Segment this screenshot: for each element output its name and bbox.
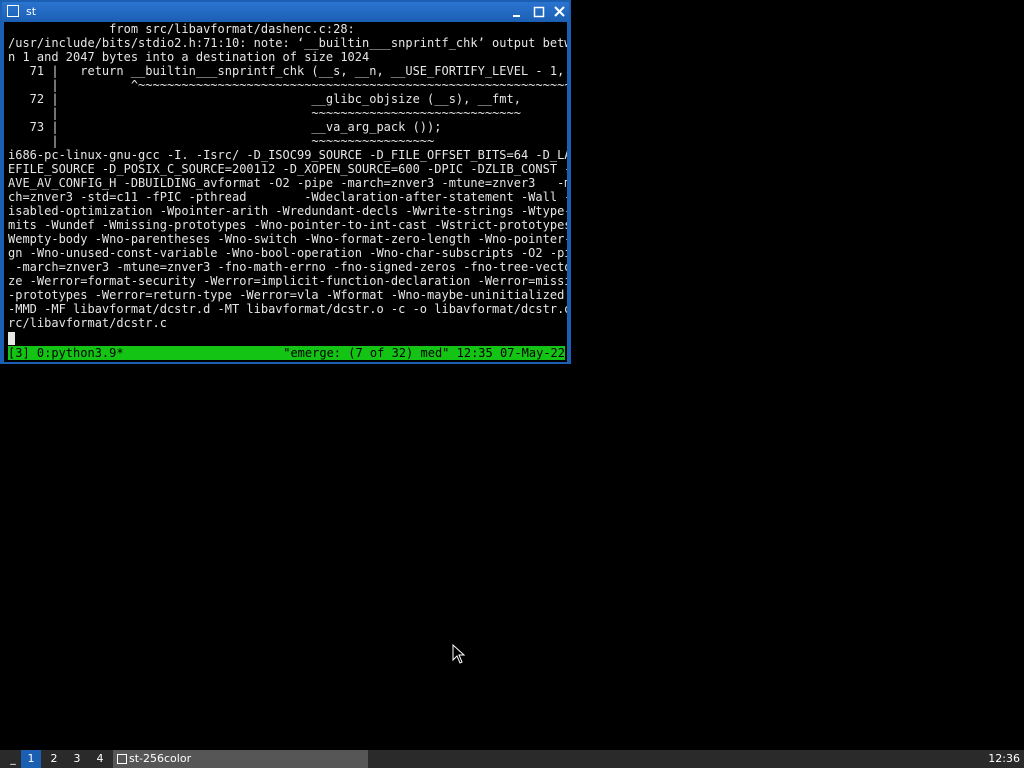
- taskbar-task-label: st-256color: [129, 752, 192, 765]
- terminal-line: ch=znver3 -std=c11 -fPIC -pthread -Wdecl…: [8, 190, 567, 204]
- terminal-line: | ~~~~~~~~~~~~~~~~~: [8, 134, 435, 148]
- terminal-line: -MMD -MF libavformat/dcstr.d -MT libavfo…: [8, 302, 567, 316]
- terminal-line: | ^~~~~~~~~~~~~~~~~~~~~~~~~~~~~~~~~~~~~~…: [8, 78, 567, 92]
- tmux-status-right: "emerge: (7 of 32) med" 12:35 07-May-22: [283, 346, 565, 360]
- workspace-1-button[interactable]: 1: [21, 750, 41, 768]
- window-titlebar[interactable]: st: [2, 2, 569, 22]
- taskbar-menu-button[interactable]: _: [6, 750, 20, 768]
- terminal-line: | ~~~~~~~~~~~~~~~~~~~~~~~~~~~~~: [8, 106, 521, 120]
- taskbar-clock: 12:36: [988, 752, 1020, 765]
- minimize-icon: [513, 15, 520, 17]
- terminal-line: Wempty-body -Wno-parentheses -Wno-switch…: [8, 232, 567, 246]
- terminal-line: /usr/include/bits/stdio2.h:71:10: note: …: [8, 36, 567, 50]
- terminal-line: AVE_AV_CONFIG_H -DBUILDING_avformat -O2 …: [8, 176, 567, 190]
- terminal-output: from src/libavformat/dashenc.c:28:/usr/i…: [8, 22, 567, 330]
- workspace-3-button[interactable]: 3: [67, 750, 87, 768]
- terminal-line: 72 | __glibc_objsize (__s), __fmt,: [8, 92, 521, 106]
- terminal-line: isabled-optimization -Wpointer-arith -Wr…: [8, 204, 567, 218]
- workspace-2-button[interactable]: 2: [44, 750, 64, 768]
- terminal-line: mits -Wundef -Wmissing-prototypes -Wno-p…: [8, 218, 567, 232]
- terminal-line: EFILE_SOURCE -D_POSIX_C_SOURCE=200112 -D…: [8, 162, 567, 176]
- terminal-line: rc/libavformat/dcstr.c: [8, 316, 167, 330]
- terminal-cursor: [8, 332, 15, 345]
- terminal-window[interactable]: st from src/libavformat/dashenc.c:28:/us…: [0, 0, 571, 364]
- window-title: st: [26, 5, 37, 18]
- terminal-area[interactable]: from src/libavformat/dashenc.c:28:/usr/i…: [4, 22, 567, 362]
- terminal-line: i686-pc-linux-gnu-gcc -I. -Isrc/ -D_ISOC…: [8, 148, 567, 162]
- terminal-line: 73 | __va_arg_pack ());: [8, 120, 442, 134]
- close-icon: [554, 6, 565, 17]
- mouse-pointer-icon: [452, 644, 466, 664]
- terminal-task-icon: [117, 754, 127, 764]
- minimize-button[interactable]: [509, 4, 525, 20]
- close-button[interactable]: [552, 4, 568, 20]
- tmux-status-bar: [3] 0:python3.9* "emerge: (7 of 32) med"…: [8, 346, 565, 360]
- terminal-line: ze -Werror=format-security -Werror=impli…: [8, 274, 567, 288]
- terminal-line: n 1 and 2047 bytes into a destination of…: [8, 50, 370, 64]
- workspace-4-button[interactable]: 4: [90, 750, 110, 768]
- tmux-status-left: [3] 0:python3.9*: [8, 346, 124, 360]
- maximize-button[interactable]: [531, 4, 547, 20]
- terminal-line: gn -Wno-unused-const-variable -Wno-bool-…: [8, 246, 567, 260]
- terminal-line: 71 | return __builtin___snprintf_chk (__…: [8, 64, 565, 78]
- taskbar-task-st[interactable]: st-256color: [113, 750, 368, 768]
- maximize-icon: [533, 6, 545, 18]
- terminal-line: from src/libavformat/dashenc.c:28:: [8, 22, 355, 36]
- taskbar: _ 1 2 3 4 st-256color 12:36: [0, 750, 1024, 768]
- terminal-line: -prototypes -Werror=return-type -Werror=…: [8, 288, 565, 302]
- terminal-line: -march=znver3 -mtune=znver3 -fno-math-er…: [8, 260, 567, 274]
- window-app-icon[interactable]: [7, 5, 19, 17]
